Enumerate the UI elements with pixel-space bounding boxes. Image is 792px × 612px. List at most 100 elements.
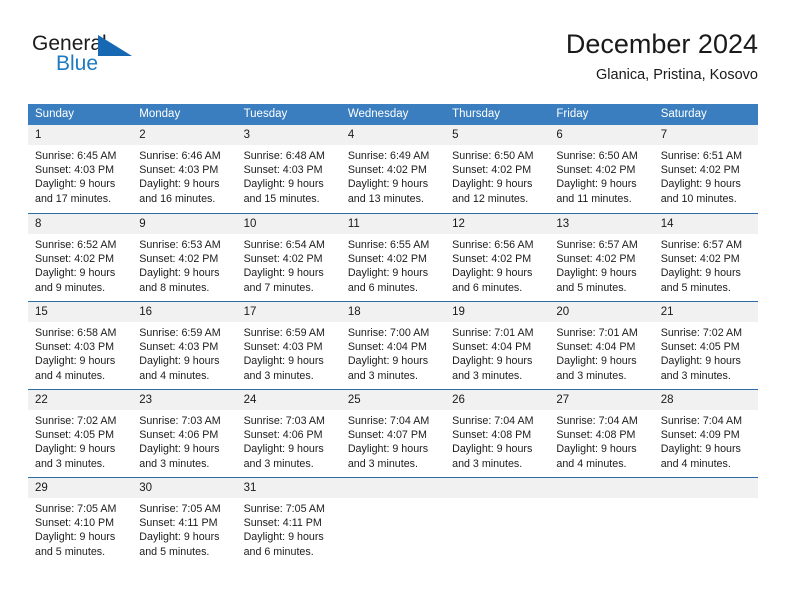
- calendar-day-cell[interactable]: 8 Sunrise: 6:52 AM Sunset: 4:02 PM Daylight…: [28, 214, 133, 301]
- calendar-day-cell[interactable]: 4 Sunrise: 6:49 AM Sunset: 4:02 PM Daylight…: [340, 125, 446, 213]
- calendar-day-cell[interactable]: 29 Sunrise: 7:05 AM Sunset: 4:10 PM Dayligh…: [28, 478, 133, 567]
- brand-logo[interactable]: General Blue: [28, 32, 258, 88]
- daylight-text-line2: and 5 minutes.: [35, 545, 106, 558]
- calendar-day-cell[interactable]: 24 Sunrise: 7:03 AM Sunset: 4:06 PM Dayligh…: [236, 390, 341, 477]
- calendar-day-cell[interactable]: 27 Sunrise: 7:04 AM Sunset: 4:08 PM Dayligh…: [549, 390, 654, 477]
- sunrise-text: Sunrise: 7:01 AM: [452, 327, 534, 339]
- calendar-day-cell[interactable]: 18 Sunrise: 7:00 AM Sunset: 4:04 PM Dayligh…: [340, 302, 446, 389]
- day-details: Sunrise: 7:05 AM Sunset: 4:10 PM Daylight:…: [28, 498, 132, 559]
- day-details: Sunrise: 6:51 AM Sunset: 4:02 PM Daylight:…: [654, 145, 758, 206]
- calendar-day-cell[interactable]: 31 Sunrise: 7:05 AM Sunset: 4:11 PM Dayligh…: [236, 478, 341, 567]
- daylight-text-line1: Daylight: 9 hours: [347, 267, 429, 280]
- daylight-text-line2: and 11 minutes.: [556, 192, 632, 205]
- calendar-day-cell[interactable]: 13 Sunrise: 6:57 AM Sunset: 4:02 PM Dayligh…: [549, 214, 654, 301]
- day-details: Sunrise: 7:04 AM Sunset: 4:08 PM Daylight:…: [549, 410, 653, 471]
- calendar-day-cell[interactable]: 15 Sunrise: 6:58 AM Sunset: 4:03 PM Dayligh…: [28, 302, 133, 389]
- calendar-day-cell[interactable]: 28 Sunrise: 7:04 AM Sunset: 4:09 PM Dayligh…: [653, 390, 758, 477]
- weekday-header-row: Sunday Monday Tuesday Wednesday Thursday…: [28, 104, 758, 125]
- day-number: 26: [445, 390, 550, 410]
- calendar-day-cell[interactable]: 11 Sunrise: 6:55 AM Sunset: 4:02 PM Dayligh…: [340, 214, 446, 301]
- calendar-day-cell[interactable]: 1 Sunrise: 6:45 AM Sunset: 4:03 PM Daylight…: [28, 125, 133, 213]
- daylight-text-line2: and 3 minutes.: [660, 369, 731, 382]
- day-number: 13: [549, 214, 654, 234]
- day-number: 16: [132, 302, 237, 322]
- sunset-text: Sunset: 4:05 PM: [660, 341, 740, 354]
- daylight-text-line2: and 3 minutes.: [243, 457, 314, 470]
- day-details: Sunrise: 6:56 AM Sunset: 4:02 PM Daylight:…: [445, 234, 549, 295]
- calendar-day-cell[interactable]: 25 Sunrise: 7:04 AM Sunset: 4:07 PM Dayligh…: [340, 390, 446, 477]
- sunrise-text: Sunrise: 7:01 AM: [556, 327, 638, 339]
- day-details: Sunrise: 6:59 AM Sunset: 4:03 PM Daylight:…: [132, 322, 236, 383]
- calendar-day-cell[interactable]: 3 Sunrise: 6:48 AM Sunset: 4:03 PM Daylight…: [236, 125, 341, 213]
- day-details: Sunrise: 7:04 AM Sunset: 4:07 PM Daylight:…: [341, 410, 445, 471]
- day-details: Sunrise: 7:04 AM Sunset: 4:09 PM Daylight:…: [654, 410, 758, 471]
- day-details: Sunrise: 7:01 AM Sunset: 4:04 PM Daylight:…: [549, 322, 653, 383]
- page-header: General Blue December 2024 Glanica, Pris…: [28, 28, 758, 96]
- calendar-day-cell[interactable]: 19 Sunrise: 7:01 AM Sunset: 4:04 PM Dayligh…: [445, 302, 550, 389]
- sunset-text: Sunset: 4:09 PM: [660, 429, 740, 442]
- day-details: Sunrise: 6:59 AM Sunset: 4:03 PM Daylight:…: [237, 322, 341, 383]
- sunset-text: Sunset: 4:02 PM: [452, 253, 532, 266]
- calendar-day-cell[interactable]: 10 Sunrise: 6:54 AM Sunset: 4:02 PM Dayligh…: [236, 214, 341, 301]
- calendar-day-cell[interactable]: 21 Sunrise: 7:02 AM Sunset: 4:05 PM Dayligh…: [653, 302, 758, 389]
- day-details: Sunrise: 6:49 AM Sunset: 4:02 PM Daylight:…: [341, 145, 445, 206]
- daylight-text-line1: Daylight: 9 hours: [35, 443, 116, 456]
- daylight-text-line1: Daylight: 9 hours: [139, 267, 220, 280]
- sunrise-text: Sunrise: 6:55 AM: [347, 239, 430, 251]
- calendar-table: Sunday Monday Tuesday Wednesday Thursday…: [28, 104, 758, 567]
- day-number: [549, 478, 654, 498]
- sunrise-text: Sunrise: 6:50 AM: [556, 150, 638, 162]
- daylight-text-line2: and 7 minutes.: [243, 281, 314, 294]
- daylight-text-line2: and 3 minutes.: [452, 369, 523, 382]
- sunset-text: Sunset: 4:02 PM: [660, 164, 740, 177]
- calendar-day-cell[interactable]: 5 Sunrise: 6:50 AM Sunset: 4:02 PM Daylight…: [445, 125, 550, 213]
- daylight-text-line1: Daylight: 9 hours: [347, 443, 429, 456]
- daylight-text-line1: Daylight: 9 hours: [243, 355, 324, 368]
- calendar-day-cell[interactable]: 26 Sunrise: 7:04 AM Sunset: 4:08 PM Dayligh…: [445, 390, 550, 477]
- weekday-header-thursday: Thursday: [452, 108, 501, 120]
- daylight-text-line2: and 3 minutes.: [347, 369, 418, 382]
- calendar-day-cell[interactable]: 12 Sunrise: 6:56 AM Sunset: 4:02 PM Dayligh…: [445, 214, 550, 301]
- sunrise-text: Sunrise: 6:51 AM: [660, 150, 743, 162]
- calendar-day-cell[interactable]: 17 Sunrise: 6:59 AM Sunset: 4:03 PM Dayligh…: [236, 302, 341, 389]
- daylight-text-line1: Daylight: 9 hours: [243, 178, 324, 191]
- sunrise-text: Sunrise: 7:02 AM: [35, 415, 117, 427]
- daylight-text-line2: and 4 minutes.: [660, 457, 731, 470]
- calendar-day-cell[interactable]: 30 Sunrise: 7:05 AM Sunset: 4:11 PM Dayligh…: [132, 478, 237, 567]
- page-title: December 2024: [565, 29, 758, 59]
- calendar-day-cell[interactable]: 2 Sunrise: 6:46 AM Sunset: 4:03 PM Daylight…: [132, 125, 237, 213]
- daylight-text-line1: Daylight: 9 hours: [347, 355, 429, 368]
- calendar-day-cell[interactable]: 7 Sunrise: 6:51 AM Sunset: 4:02 PM Daylight…: [653, 125, 758, 213]
- daylight-text-line2: and 6 minutes.: [347, 281, 418, 294]
- calendar-week-row: 29 Sunrise: 7:05 AM Sunset: 4:10 PM Dayligh…: [28, 477, 758, 567]
- calendar-week-row: 1 Sunrise: 6:45 AM Sunset: 4:03 PM Daylight…: [28, 125, 758, 213]
- daylight-text-line2: and 5 minutes.: [660, 281, 731, 294]
- sunset-text: Sunset: 4:03 PM: [35, 164, 115, 177]
- day-details: Sunrise: 6:50 AM Sunset: 4:02 PM Daylight:…: [445, 145, 549, 206]
- day-details: Sunrise: 6:50 AM Sunset: 4:02 PM Daylight:…: [549, 145, 653, 206]
- sunset-text: Sunset: 4:02 PM: [556, 164, 636, 177]
- calendar-day-cell-empty: [549, 478, 654, 567]
- calendar-day-cell[interactable]: 20 Sunrise: 7:01 AM Sunset: 4:04 PM Dayligh…: [549, 302, 654, 389]
- calendar-day-cell[interactable]: 6 Sunrise: 6:50 AM Sunset: 4:02 PM Daylight…: [549, 125, 654, 213]
- sunset-text: Sunset: 4:10 PM: [35, 517, 115, 530]
- daylight-text-line1: Daylight: 9 hours: [660, 443, 741, 456]
- title-block: December 2024 Glanica, Pristina, Kosovo: [566, 28, 758, 84]
- day-number: 8: [28, 214, 133, 234]
- sunset-text: Sunset: 4:03 PM: [139, 341, 219, 354]
- calendar-day-cell[interactable]: 16 Sunrise: 6:59 AM Sunset: 4:03 PM Dayligh…: [132, 302, 237, 389]
- daylight-text-line2: and 6 minutes.: [452, 281, 523, 294]
- sunset-text: Sunset: 4:02 PM: [347, 253, 427, 266]
- daylight-text-line2: and 8 minutes.: [139, 281, 210, 294]
- day-number: 9: [132, 214, 237, 234]
- calendar-day-cell[interactable]: 23 Sunrise: 7:03 AM Sunset: 4:06 PM Dayligh…: [132, 390, 237, 477]
- daylight-text-line1: Daylight: 9 hours: [35, 178, 116, 191]
- calendar-day-cell-empty: [445, 478, 550, 567]
- day-number: 25: [340, 390, 446, 410]
- day-number: 31: [236, 478, 341, 498]
- daylight-text-line2: and 4 minutes.: [556, 457, 627, 470]
- sunset-text: Sunset: 4:06 PM: [243, 429, 323, 442]
- calendar-day-cell[interactable]: 9 Sunrise: 6:53 AM Sunset: 4:02 PM Daylight…: [132, 214, 237, 301]
- calendar-day-cell[interactable]: 14 Sunrise: 6:57 AM Sunset: 4:02 PM Dayligh…: [653, 214, 758, 301]
- calendar-day-cell[interactable]: 22 Sunrise: 7:02 AM Sunset: 4:05 PM Dayligh…: [28, 390, 133, 477]
